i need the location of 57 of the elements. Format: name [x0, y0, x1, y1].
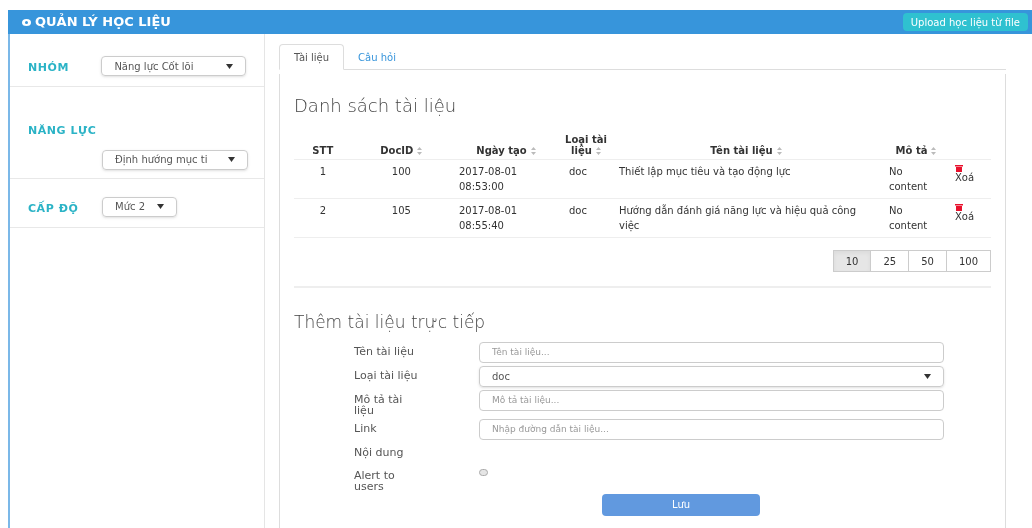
column-header[interactable]: Tên tài liệu — [611, 131, 881, 160]
table-cell: Hướng dẫn đánh giá năng lực và hiệu quả công việc — [611, 198, 881, 238]
table-cell: Thiết lập mục tiêu và tạo động lực — [611, 159, 881, 199]
page-size-button[interactable]: 100 — [945, 250, 991, 272]
trash-icon — [955, 203, 963, 211]
sort-icon — [776, 147, 782, 155]
page-size-button[interactable]: 25 — [870, 250, 910, 272]
delete-button[interactable]: Xoá — [955, 203, 975, 222]
table-cell: 2017-08-01 08:53:00 — [451, 159, 561, 199]
checkbox[interactable] — [479, 468, 488, 476]
dropdown[interactable]: Năng lực Cốt lõi — [101, 56, 246, 76]
dropdown[interactable]: Mức 2 — [102, 196, 177, 217]
caret-icon — [924, 373, 931, 379]
dropdown[interactable]: doc — [479, 365, 944, 387]
table-cell: 2017-08-01 08:55:40 — [451, 198, 561, 238]
filter-label: NHÓM — [28, 61, 69, 74]
table-cell: 2 — [294, 198, 352, 238]
section-title: Danh sách tài liệu — [294, 94, 458, 118]
page-size-button[interactable]: 50 — [908, 250, 947, 272]
table-cell: No content — [881, 159, 951, 199]
column-header[interactable]: Mô tả — [881, 131, 951, 160]
input-field[interactable]: Nhập đường dẫn tài liệu... — [479, 418, 944, 440]
table-cell: doc — [561, 159, 611, 199]
sort-icon — [530, 147, 536, 155]
field-label: Loại tài liệu — [354, 367, 419, 381]
field-label: Tên tài liệu — [354, 343, 415, 357]
sort-icon — [931, 147, 937, 155]
caret-icon — [226, 63, 233, 69]
table-cell: No content — [881, 198, 951, 238]
caret-icon — [157, 204, 164, 209]
field-label: Mô tả tài liệu — [354, 391, 404, 416]
delete-button[interactable]: Xoá — [955, 164, 975, 183]
table-cell: 100 — [351, 159, 451, 199]
dropdown[interactable]: Định hướng mục ti — [102, 149, 248, 170]
section-title: Thêm tài liệu trực tiếp — [294, 311, 487, 334]
field-label: Alert to users — [354, 467, 396, 492]
trash-icon — [955, 164, 963, 172]
table-cell: 105 — [351, 198, 451, 238]
filter-label: NĂNG LỰC — [28, 123, 98, 139]
page-title: QUẢN LÝ HỌC LIỆU — [35, 12, 171, 32]
column-header: STT — [294, 131, 352, 160]
tab[interactable]: Tài liệu — [279, 44, 345, 70]
column-header[interactable]: Ngày tạo — [451, 131, 561, 160]
table-cell: doc — [561, 198, 611, 238]
eye-icon — [22, 18, 31, 26]
column-header[interactable]: Loại tài liệu — [561, 131, 611, 160]
caret-icon — [228, 157, 235, 162]
sort-icon — [595, 147, 601, 155]
input-field[interactable]: Mô tả tài liệu... — [479, 389, 944, 411]
input-field[interactable]: Tên tài liệu... — [479, 341, 944, 363]
page-size-button[interactable]: 10 — [832, 250, 872, 272]
table-cell: 1 — [294, 159, 352, 199]
filter-label: CẤP ĐỘ — [28, 201, 79, 215]
field-label: Nội dung — [354, 444, 405, 458]
column-header[interactable]: DocID — [351, 131, 451, 160]
field-label: Link — [354, 420, 378, 434]
sort-icon — [417, 147, 423, 155]
